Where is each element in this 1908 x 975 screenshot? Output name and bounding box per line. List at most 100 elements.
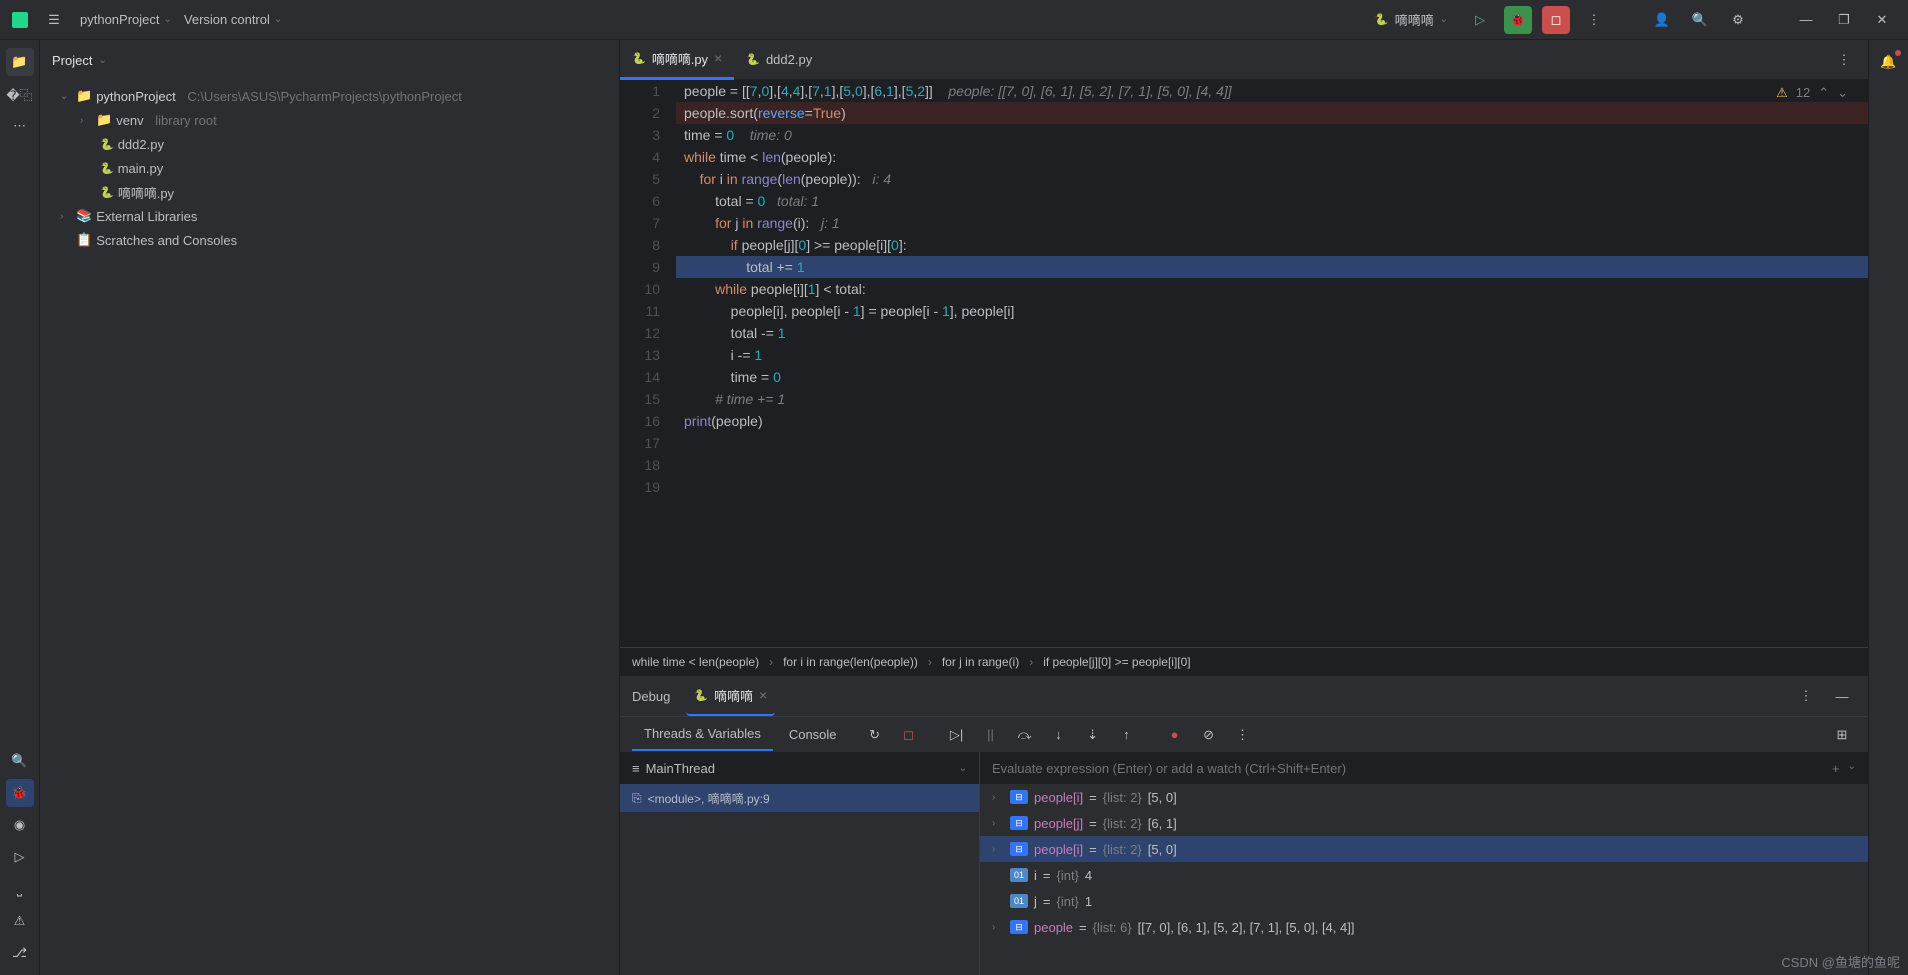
int-icon: 01 xyxy=(1010,868,1028,882)
console-tab[interactable]: Console xyxy=(777,719,849,750)
expand-icon[interactable]: › xyxy=(992,922,1004,933)
close-icon[interactable]: × xyxy=(759,687,767,703)
variable-row[interactable]: 01 j = {int} 1 xyxy=(980,888,1868,914)
run-config-selector[interactable]: 🐍 嘀嘀嘀 ⌄ xyxy=(1367,6,1456,33)
tabs-more-icon[interactable]: ⋮ xyxy=(1830,46,1858,74)
file-row[interactable]: 🐍 嘀嘀嘀.py xyxy=(40,180,619,204)
python-icon: 🐍 xyxy=(100,186,114,199)
breadcrumb-item[interactable]: while time < len(people) xyxy=(632,655,759,669)
close-icon[interactable]: ✕ xyxy=(1868,6,1896,34)
frame-label: <module>, 嘀嘀嘀.py:9 xyxy=(648,790,770,807)
run-button[interactable]: ▷ xyxy=(1466,6,1494,34)
structure-tool-icon[interactable]: �⿻ xyxy=(6,80,34,108)
scratches-row[interactable]: 📋 Scratches and Consoles xyxy=(40,228,619,252)
tab-label: 嘀嘀嘀.py xyxy=(652,49,708,68)
stop-button[interactable]: ◻ xyxy=(1542,6,1570,34)
scratches-icon: 📋 xyxy=(76,232,92,248)
vcs-tool-icon[interactable]: ⎇ xyxy=(6,939,34,967)
inlay-hint: i: 4 xyxy=(872,171,891,187)
python-icon: 🐍 xyxy=(746,53,760,66)
debug-options-icon[interactable]: ⋮ xyxy=(1792,682,1820,710)
stop-debug-icon[interactable]: ◻ xyxy=(895,721,923,749)
search-icon[interactable]: 🔍 xyxy=(1686,6,1714,34)
terminal-tool-icon[interactable]: ⎵ xyxy=(6,875,34,903)
view-breakpoints-icon[interactable]: ● xyxy=(1161,721,1189,749)
problems-tool-icon[interactable]: ⚠ xyxy=(6,907,34,935)
debug-session-tab[interactable]: 🐍 嘀嘀嘀 × xyxy=(686,676,775,716)
step-into-icon[interactable]: ↓ xyxy=(1045,721,1073,749)
debug-button[interactable]: 🐞 xyxy=(1504,6,1532,34)
next-problem-icon[interactable]: ⌄ xyxy=(1837,82,1848,104)
more-debug-icon[interactable]: ⋮ xyxy=(1229,721,1257,749)
vcs-dropdown[interactable]: Version control ⌄ xyxy=(184,12,282,27)
external-libs-row[interactable]: › 📚 External Libraries xyxy=(40,204,619,228)
editor-problems-widget[interactable]: ⚠ 12 ⌃ ⌄ xyxy=(1776,82,1848,104)
var-type: {int} xyxy=(1056,894,1078,909)
debug-tool-icon[interactable]: 🐞 xyxy=(6,779,34,807)
code-editor[interactable]: 1 2 3 4 5 6 7 8 9 10 11 12 13 14 15 16 1… xyxy=(620,80,1868,647)
step-out-icon[interactable]: ↑ xyxy=(1113,721,1141,749)
project-panel: Project ⌄ ⌄ 📁 pythonProject C:\Users\ASU… xyxy=(40,40,620,975)
venv-row[interactable]: › 📁 venv library root xyxy=(40,108,619,132)
breadcrumb-item[interactable]: for j in range(i) xyxy=(942,655,1019,669)
variable-row[interactable]: › ⊟ people[i] = {list: 2} [5, 0] xyxy=(980,784,1868,810)
resume-icon[interactable]: ▷| xyxy=(943,721,971,749)
mute-breakpoints-icon[interactable]: ⊘ xyxy=(1195,721,1223,749)
variable-row[interactable]: › ⊟ people = {list: 6} [[7, 0], [6, 1], … xyxy=(980,914,1868,940)
search-tool-icon[interactable]: 🔍 xyxy=(6,747,34,775)
chevron-down-icon[interactable]: ⌄ xyxy=(1848,761,1856,776)
services-tool-icon[interactable]: ◉ xyxy=(6,811,34,839)
file-name: 嘀嘀嘀.py xyxy=(118,183,174,202)
eval-input[interactable]: Evaluate expression (Enter) or add a wat… xyxy=(992,761,1346,776)
notification-dot xyxy=(1895,50,1901,56)
external-label: External Libraries xyxy=(96,209,197,224)
file-row[interactable]: 🐍 ddd2.py xyxy=(40,132,619,156)
minimize-icon[interactable]: — xyxy=(1792,6,1820,34)
add-watch-icon[interactable]: + xyxy=(1832,761,1840,776)
line-number: 19 xyxy=(620,476,660,498)
more-tools-icon[interactable]: ⋯ xyxy=(6,112,34,140)
expand-icon[interactable]: › xyxy=(992,844,1004,855)
pause-icon[interactable]: || xyxy=(977,721,1005,749)
project-dropdown[interactable]: pythonProject ⌄ xyxy=(80,12,172,27)
debug-panel-title: Debug xyxy=(632,689,670,704)
line-number: 12 xyxy=(620,322,660,344)
tab-inactive[interactable]: 🐍 ddd2.py xyxy=(734,40,824,80)
rerun-icon[interactable]: ↻ xyxy=(861,721,889,749)
settings-icon[interactable]: ⚙ xyxy=(1724,6,1752,34)
expand-icon[interactable]: › xyxy=(992,792,1004,803)
code-content[interactable]: people = [[7,0],[4,4],[7,1],[5,0],[6,1],… xyxy=(676,80,1868,647)
variable-row[interactable]: 01 i = {int} 4 xyxy=(980,862,1868,888)
variable-row[interactable]: › ⊟ people[j] = {list: 2} [6, 1] xyxy=(980,810,1868,836)
step-over-icon[interactable]: ⤼ xyxy=(1011,721,1039,749)
thread-selector[interactable]: ≡ MainThread ⌄ xyxy=(620,752,979,784)
breadcrumb-item[interactable]: if people[j][0] >= people[i][0] xyxy=(1043,655,1190,669)
file-row[interactable]: 🐍 main.py xyxy=(40,156,619,180)
threads-variables-tab[interactable]: Threads & Variables xyxy=(632,718,773,751)
main-menu-icon[interactable]: ☰ xyxy=(40,6,68,34)
breadcrumb-item[interactable]: for i in range(len(people)) xyxy=(783,655,918,669)
root-path: C:\Users\ASUS\PycharmProjects\pythonProj… xyxy=(187,89,462,104)
code-with-me-icon[interactable]: 👤 xyxy=(1648,6,1676,34)
thread-icon: ≡ xyxy=(632,761,640,776)
run-tool-icon[interactable]: ▷ xyxy=(6,843,34,871)
inlay-hint: j: 1 xyxy=(821,215,840,231)
stack-frame[interactable]: ⎘ <module>, 嘀嘀嘀.py:9 xyxy=(620,784,979,812)
minimize-panel-icon[interactable]: — xyxy=(1828,682,1856,710)
line-number: 9 xyxy=(620,256,660,278)
notifications-icon[interactable]: 🔔 xyxy=(1875,48,1903,76)
project-root-row[interactable]: ⌄ 📁 pythonProject C:\Users\ASUS\PycharmP… xyxy=(40,84,619,108)
expand-icon[interactable]: › xyxy=(992,818,1004,829)
line-number: 4 xyxy=(620,146,660,168)
variable-row[interactable]: › ⊟ people[i] = {list: 2} [5, 0] xyxy=(980,836,1868,862)
layout-settings-icon[interactable]: ⊞ xyxy=(1828,721,1856,749)
maximize-icon[interactable]: ❐ xyxy=(1830,6,1858,34)
step-into-my-icon[interactable]: ⇣ xyxy=(1079,721,1107,749)
more-actions-icon[interactable]: ⋮ xyxy=(1580,6,1608,34)
project-tool-icon[interactable]: 📁 xyxy=(6,48,34,76)
close-tab-icon[interactable]: × xyxy=(714,50,722,66)
list-icon: ⊟ xyxy=(1010,920,1028,934)
line-number: 13 xyxy=(620,344,660,366)
tab-active[interactable]: 🐍 嘀嘀嘀.py × xyxy=(620,40,734,80)
prev-problem-icon[interactable]: ⌃ xyxy=(1818,82,1829,104)
